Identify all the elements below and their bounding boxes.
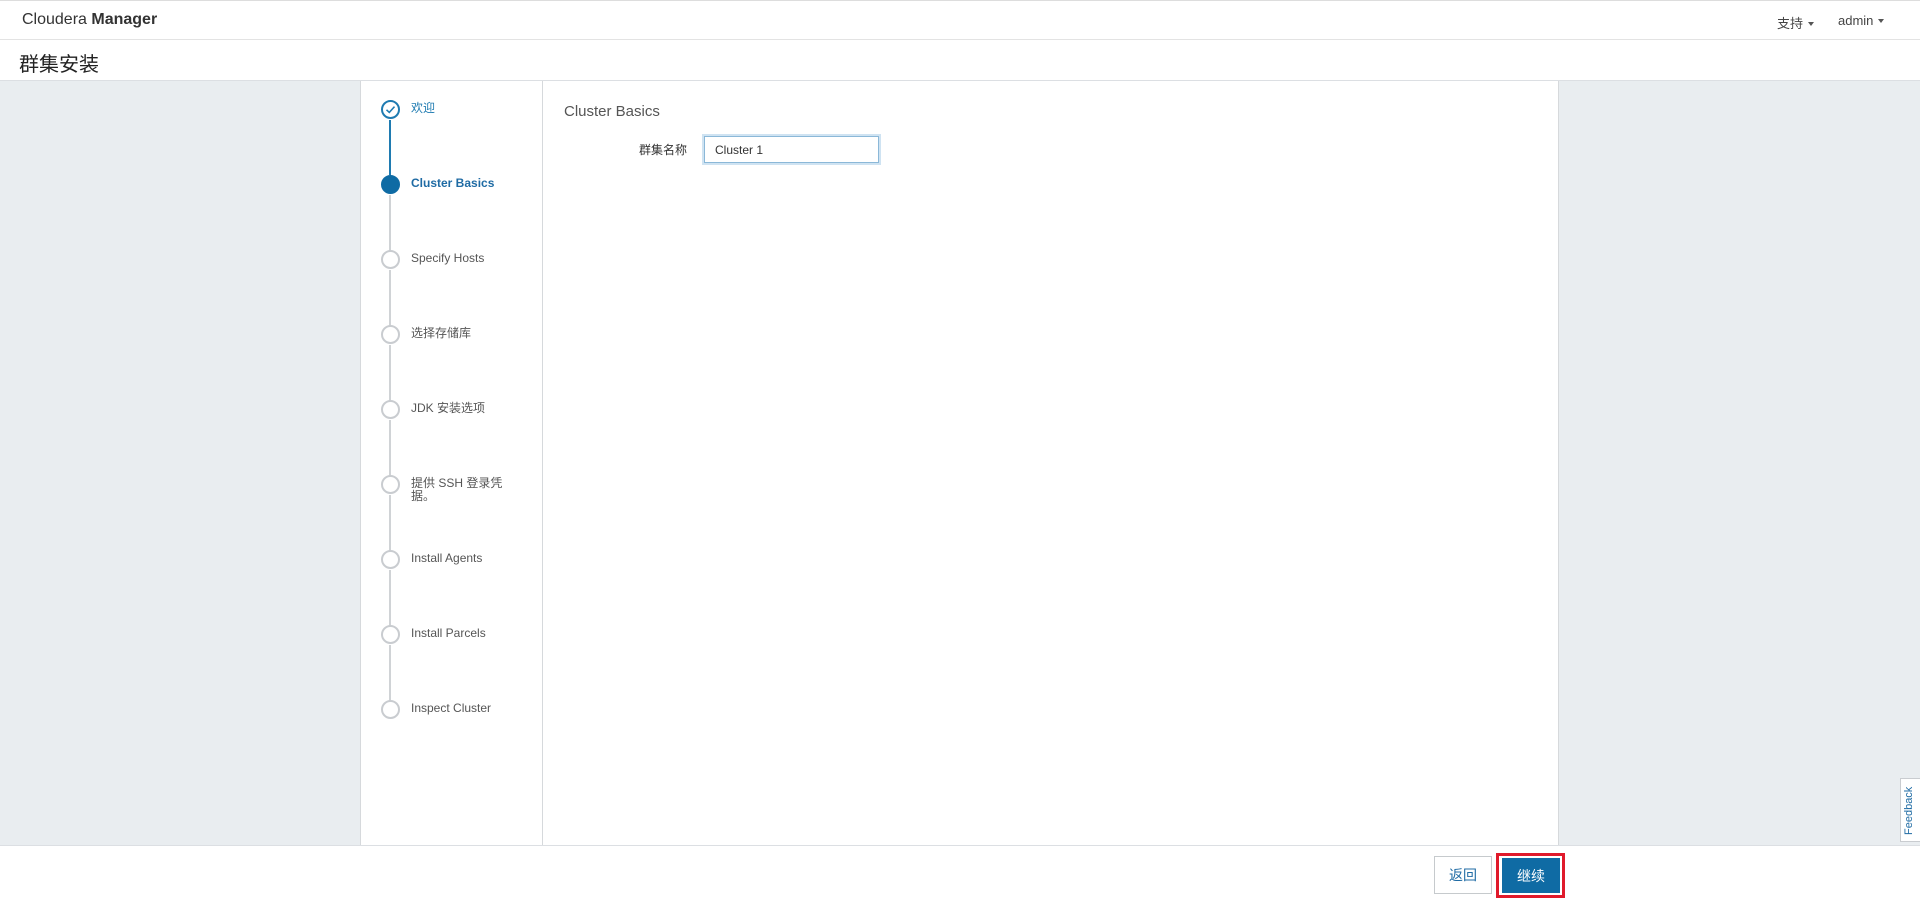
step-label: 提供 SSH 登录凭据。 (411, 476, 503, 503)
step-label: Install Parcels (411, 626, 486, 640)
wizard-footer: 返回 继续 (0, 845, 1920, 902)
wizard-stepper (360, 81, 543, 845)
step-connector (389, 270, 391, 326)
step-pending-icon (381, 325, 400, 344)
step-pending-icon (381, 250, 400, 269)
step-connector (389, 645, 391, 701)
step-label: Specify Hosts (411, 251, 485, 265)
feedback-tab[interactable]: Feedback (1900, 778, 1920, 842)
page-title: 群集安装 (19, 54, 99, 76)
content-panel (543, 81, 1559, 845)
step-connector (389, 195, 391, 251)
continue-button[interactable]: 继续 (1502, 858, 1560, 893)
step-jdk-options[interactable]: JDK 安装选项 (381, 400, 541, 420)
step-current-icon (381, 175, 400, 194)
step-label: 欢迎 (411, 101, 436, 115)
step-install-agents[interactable]: Install Agents (381, 550, 541, 570)
step-connector (389, 120, 391, 175)
step-connector (389, 345, 391, 401)
step-specify-hosts[interactable]: Specify Hosts (381, 250, 541, 270)
caret-down-icon (1808, 21, 1815, 26)
cluster-name-label: 群集名称 (639, 143, 688, 157)
check-icon (381, 100, 400, 119)
step-welcome[interactable]: 欢迎 (381, 100, 541, 120)
back-button[interactable]: 返回 (1434, 856, 1492, 894)
step-connector (389, 420, 391, 476)
step-cluster-basics[interactable]: Cluster Basics (381, 175, 541, 195)
main-area (0, 81, 1920, 845)
step-install-parcels[interactable]: Install Parcels (381, 625, 541, 645)
step-select-repository[interactable]: 选择存储库 (381, 325, 541, 345)
step-connector (389, 495, 391, 551)
step-pending-icon (381, 475, 400, 494)
title-bar: 群集安装 (0, 40, 1920, 81)
step-label: 选择存储库 (411, 326, 472, 340)
caret-down-icon (1878, 18, 1885, 23)
step-pending-icon (381, 700, 400, 719)
step-label: Cluster Basics (411, 176, 495, 190)
step-pending-icon (381, 550, 400, 569)
step-connector (389, 570, 391, 626)
brand-logo[interactable]: Cloudera Manager (22, 11, 157, 29)
step-ssh-credentials[interactable]: 提供 SSH 登录凭据。 (381, 475, 541, 503)
cluster-name-input[interactable] (704, 136, 879, 163)
step-pending-icon (381, 625, 400, 644)
admin-menu[interactable]: admin (1838, 13, 1885, 28)
step-inspect-cluster[interactable]: Inspect Cluster (381, 700, 541, 720)
top-navbar: Cloudera Manager 支持 admin (0, 0, 1920, 40)
support-menu[interactable]: 支持 (1777, 13, 1815, 32)
section-title: Cluster Basics (564, 103, 660, 120)
step-label: Inspect Cluster (411, 701, 492, 715)
step-label: Install Agents (411, 551, 483, 565)
step-pending-icon (381, 400, 400, 419)
step-label: JDK 安装选项 (411, 401, 486, 415)
